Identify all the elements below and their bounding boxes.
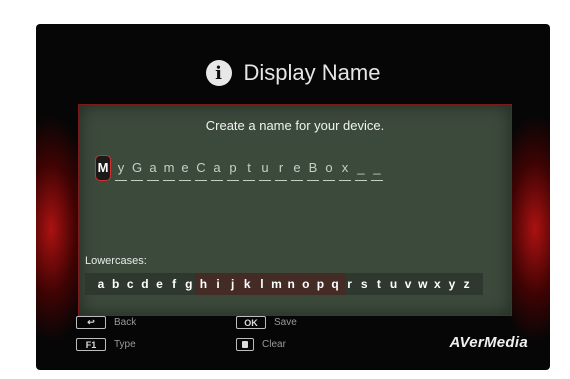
keyboard-key[interactable]: h xyxy=(197,277,209,291)
hint-save[interactable]: OK Save xyxy=(236,316,297,329)
keyboard-key[interactable]: q xyxy=(329,277,341,291)
name-field[interactable]: M y G a m e C a p t u r e B o x _ _ xyxy=(95,155,383,181)
name-char[interactable]: t xyxy=(243,159,255,181)
keyboard-key[interactable]: r xyxy=(344,277,356,291)
keyboard-key[interactable]: w xyxy=(417,277,429,291)
name-char[interactable]: m xyxy=(163,159,175,181)
keyboard-key[interactable]: b xyxy=(110,277,122,291)
input-mode-label: Lowercases: xyxy=(85,255,147,267)
keyboard-key[interactable]: m xyxy=(271,277,283,291)
name-char[interactable]: r xyxy=(275,159,287,181)
hint-clear-label: Clear xyxy=(262,339,286,350)
name-char[interactable]: a xyxy=(211,159,223,181)
keyboard-key[interactable]: u xyxy=(388,277,400,291)
keyboard-key[interactable]: j xyxy=(227,277,239,291)
name-char[interactable]: e xyxy=(291,159,303,181)
prompt-text: Create a name for your device. xyxy=(205,118,385,133)
page-title: Display Name xyxy=(243,60,381,85)
keyboard-key[interactable]: k xyxy=(241,277,253,291)
keyboard-key[interactable]: d xyxy=(139,277,151,291)
brand-logo: AVerMedia xyxy=(449,334,528,351)
name-char[interactable]: x xyxy=(339,159,351,181)
f1-key-icon: F1 xyxy=(76,338,106,351)
hint-clear[interactable]: Clear xyxy=(236,338,286,351)
device-screen: i Display Name Create a name for your de… xyxy=(36,24,550,370)
ok-key-icon: OK xyxy=(236,316,266,329)
keyboard-key[interactable]: s xyxy=(358,277,370,291)
hint-save-label: Save xyxy=(274,317,297,328)
name-entry-panel: Create a name for your device. M y G a m… xyxy=(78,104,512,316)
name-char[interactable]: o xyxy=(323,159,335,181)
keyboard-key[interactable]: z xyxy=(461,277,473,291)
keyboard-key[interactable]: x xyxy=(431,277,443,291)
keyboard-key[interactable]: p xyxy=(314,277,326,291)
name-char[interactable]: u xyxy=(259,159,271,181)
keyboard-key[interactable]: y xyxy=(446,277,458,291)
keyboard-key[interactable]: c xyxy=(124,277,136,291)
keyboard-key[interactable]: n xyxy=(285,277,297,291)
hint-type-label: Type xyxy=(114,339,136,350)
back-key-icon: ↩ xyxy=(76,316,106,329)
info-icon: i xyxy=(205,60,232,86)
name-char[interactable]: _ xyxy=(355,159,367,181)
trash-key-icon xyxy=(236,338,254,351)
name-char[interactable]: y xyxy=(115,159,127,181)
keyboard-key[interactable]: f xyxy=(168,277,180,291)
character-keyboard: a b c d e f g h i j k l m n o p q r s t … xyxy=(85,273,483,295)
keyboard-key[interactable]: t xyxy=(373,277,385,291)
keyboard-key[interactable]: i xyxy=(212,277,224,291)
hint-back[interactable]: ↩ Back xyxy=(76,316,136,329)
keyboard-key[interactable]: e xyxy=(154,277,166,291)
hint-back-label: Back xyxy=(114,317,137,328)
name-char-cursor[interactable]: M xyxy=(95,155,111,181)
name-char[interactable]: p xyxy=(227,159,239,181)
name-char[interactable]: _ xyxy=(371,159,383,181)
keyboard-key[interactable]: v xyxy=(402,277,414,291)
keyboard-key[interactable]: g xyxy=(183,277,195,291)
name-char[interactable]: a xyxy=(147,159,159,181)
name-char[interactable]: B xyxy=(307,159,319,181)
keyboard-key[interactable]: o xyxy=(300,277,312,291)
keyboard-key[interactable]: a xyxy=(95,277,107,291)
name-char[interactable]: e xyxy=(179,159,191,181)
title-bar: i Display Name xyxy=(36,60,550,86)
keyboard-key[interactable]: l xyxy=(256,277,268,291)
name-char[interactable]: G xyxy=(131,159,143,181)
name-char[interactable]: C xyxy=(195,159,207,181)
hint-type[interactable]: F1 Type xyxy=(76,338,136,351)
